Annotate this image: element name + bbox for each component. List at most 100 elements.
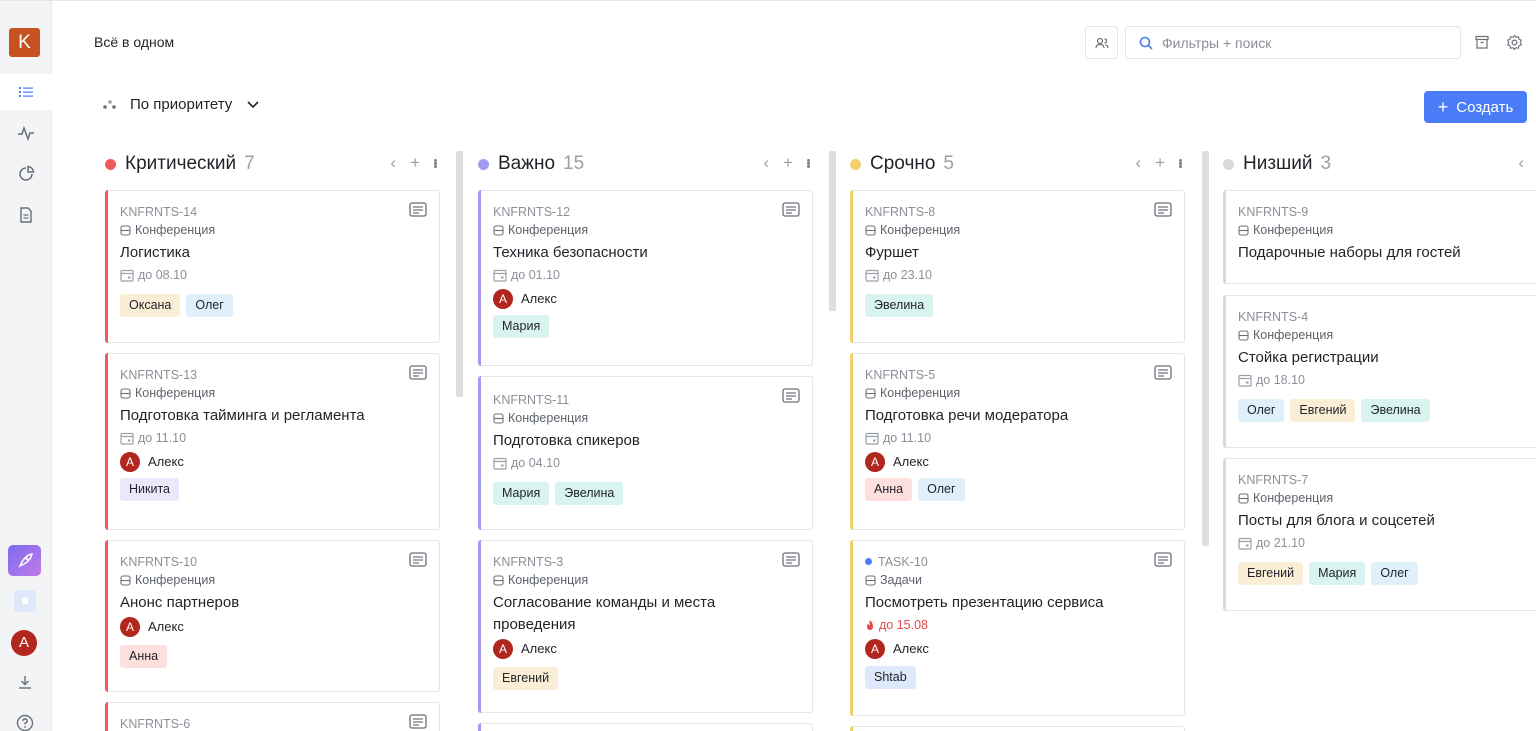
create-button[interactable]: + Создать xyxy=(1424,91,1527,123)
calendar-icon xyxy=(1238,374,1252,387)
chart-icon[interactable] xyxy=(0,156,52,192)
task-assignee[interactable]: A Алекс xyxy=(493,286,798,311)
task-card[interactable]: KNFRNTS-4 Конференция Стойка регистрации… xyxy=(1223,295,1536,448)
tag[interactable]: Никита xyxy=(120,478,179,501)
task-card[interactable]: KNFRNTS-9 Конференция Подарочные наборы … xyxy=(1223,190,1536,284)
task-id: KNFRNTS-3 xyxy=(493,554,564,569)
task-due: до 18.10 xyxy=(1238,369,1536,391)
chevron-left-icon[interactable]: ‹ xyxy=(1135,153,1141,173)
user-avatar[interactable]: A xyxy=(11,630,37,656)
rocket-icon[interactable] xyxy=(8,545,41,576)
task-assignee[interactable]: A Алекс xyxy=(493,636,798,661)
add-card-button[interactable]: + xyxy=(410,153,420,173)
task-card[interactable]: TASK-10 Задачи Посмотреть презентацию се… xyxy=(850,540,1185,716)
column-scrollbar[interactable] xyxy=(829,151,836,311)
tag[interactable]: Евгений xyxy=(1238,562,1304,585)
tag[interactable]: Анна xyxy=(120,645,168,668)
task-project: Конференция xyxy=(120,220,425,240)
task-id: KNFRNTS-11 xyxy=(493,392,570,407)
column-scrollbar[interactable] xyxy=(1202,151,1209,546)
tag[interactable]: Мария xyxy=(493,315,550,338)
workspace-logo[interactable]: K xyxy=(9,28,40,57)
task-title: Подготовка спикеров xyxy=(493,432,640,449)
search-box[interactable] xyxy=(1125,26,1461,59)
help-icon[interactable] xyxy=(15,713,35,731)
tag[interactable]: Евгений xyxy=(1290,399,1356,422)
task-id: TASK-10 xyxy=(865,553,1170,570)
task-card[interactable]: KNFRNTS-5 Конференция Подготовка речи мо… xyxy=(850,353,1185,530)
chevron-down-icon xyxy=(247,100,259,108)
task-id: KNFRNTS-12 xyxy=(493,204,571,219)
chevron-left-icon[interactable]: ‹ xyxy=(390,153,396,173)
tag[interactable]: Олег xyxy=(918,478,965,501)
avatar: A xyxy=(493,288,513,309)
task-card[interactable]: KNFRNTS-6 xyxy=(105,702,440,731)
group-by-selector[interactable]: По приоритету xyxy=(102,96,260,113)
tag[interactable]: Анна xyxy=(865,478,913,501)
more-icon[interactable] xyxy=(434,158,440,168)
group-by-label: По приоритету xyxy=(130,96,233,113)
tag[interactable]: Евгений xyxy=(493,667,559,690)
tag[interactable]: Эвелина xyxy=(865,294,934,317)
search-icon xyxy=(1139,36,1153,50)
tag[interactable]: Олег xyxy=(1371,562,1418,585)
task-id: KNFRNTS-6 xyxy=(120,716,191,731)
task-due: до 01.10 xyxy=(493,264,798,286)
project-icon xyxy=(865,574,876,586)
tag[interactable]: Эвелина xyxy=(1361,399,1430,422)
tag[interactable]: Shtab xyxy=(865,666,916,689)
task-card[interactable]: KNFRNTS-11 Конференция Подготовка спикер… xyxy=(478,376,813,530)
task-id: KNFRNTS-9 xyxy=(1238,204,1309,219)
chevron-left-icon[interactable]: ‹ xyxy=(1518,153,1524,173)
task-card[interactable] xyxy=(478,723,813,731)
task-due-overdue: до 15.08 xyxy=(865,614,1170,636)
tag[interactable]: Олег xyxy=(1238,399,1285,422)
task-card[interactable]: KNFRNTS-7 Конференция Посты для блога и … xyxy=(1223,458,1536,611)
column-scrollbar[interactable] xyxy=(456,151,463,397)
task-card[interactable]: KNFRNTS-12 Конференция Техника безопасно… xyxy=(478,190,813,366)
task-card[interactable]: KNFRNTS-8 Конференция Фуршет до 23.10 Эв… xyxy=(850,190,1185,343)
task-assignee[interactable]: A Алекс xyxy=(120,449,425,474)
task-assignee[interactable]: A Алекс xyxy=(865,449,1170,474)
task-project: Задачи xyxy=(865,570,1170,590)
create-button-label: Создать xyxy=(1456,98,1514,116)
avatar: A xyxy=(493,638,513,659)
bell-icon[interactable] xyxy=(14,590,36,612)
project-icon xyxy=(493,224,504,236)
document-icon[interactable] xyxy=(0,197,52,233)
more-icon[interactable] xyxy=(807,158,813,168)
list-icon[interactable] xyxy=(0,74,52,110)
archive-icon[interactable] xyxy=(1472,32,1492,52)
column-title: Низший xyxy=(1243,153,1313,174)
search-input[interactable] xyxy=(1162,34,1442,51)
task-card[interactable]: KNFRNTS-14 Конференция Логистика до 08.1… xyxy=(105,190,440,343)
task-project: Конференция xyxy=(1238,488,1536,508)
task-card[interactable]: KNFRNTS-10 Конференция Анонс партнеров A… xyxy=(105,540,440,692)
task-due: до 04.10 xyxy=(493,452,798,474)
chevron-left-icon[interactable]: ‹ xyxy=(763,153,769,173)
task-card[interactable]: KNFRNTS-3 Конференция Согласование коман… xyxy=(478,540,813,713)
activity-icon[interactable] xyxy=(0,115,52,151)
column-count: 3 xyxy=(1320,153,1332,174)
tag[interactable]: Мария xyxy=(1309,562,1366,585)
more-icon[interactable] xyxy=(1179,158,1185,168)
column-count: 15 xyxy=(563,153,585,174)
project-icon xyxy=(120,387,131,399)
tag[interactable]: Оксана xyxy=(120,294,181,317)
project-icon xyxy=(1238,329,1249,341)
task-assignee[interactable]: A Алекс xyxy=(865,636,1170,661)
add-card-button[interactable]: + xyxy=(1155,153,1165,173)
task-assignee[interactable]: A Алекс xyxy=(120,614,425,639)
tag[interactable]: Эвелина xyxy=(555,482,624,505)
tag-list: Евгений Мария Олег xyxy=(1238,562,1536,585)
task-card[interactable]: KNFRNTS-13 Конференция Подготовка таймин… xyxy=(105,353,440,530)
task-card[interactable] xyxy=(850,726,1185,731)
tag[interactable]: Мария xyxy=(493,482,550,505)
members-filter-button[interactable] xyxy=(1085,26,1118,59)
project-icon xyxy=(120,574,131,586)
add-card-button[interactable]: + xyxy=(783,153,793,173)
tag[interactable]: Олег xyxy=(186,294,233,317)
download-icon[interactable] xyxy=(15,672,35,692)
gear-icon[interactable] xyxy=(1504,32,1524,52)
task-due: до 23.10 xyxy=(865,264,1170,286)
